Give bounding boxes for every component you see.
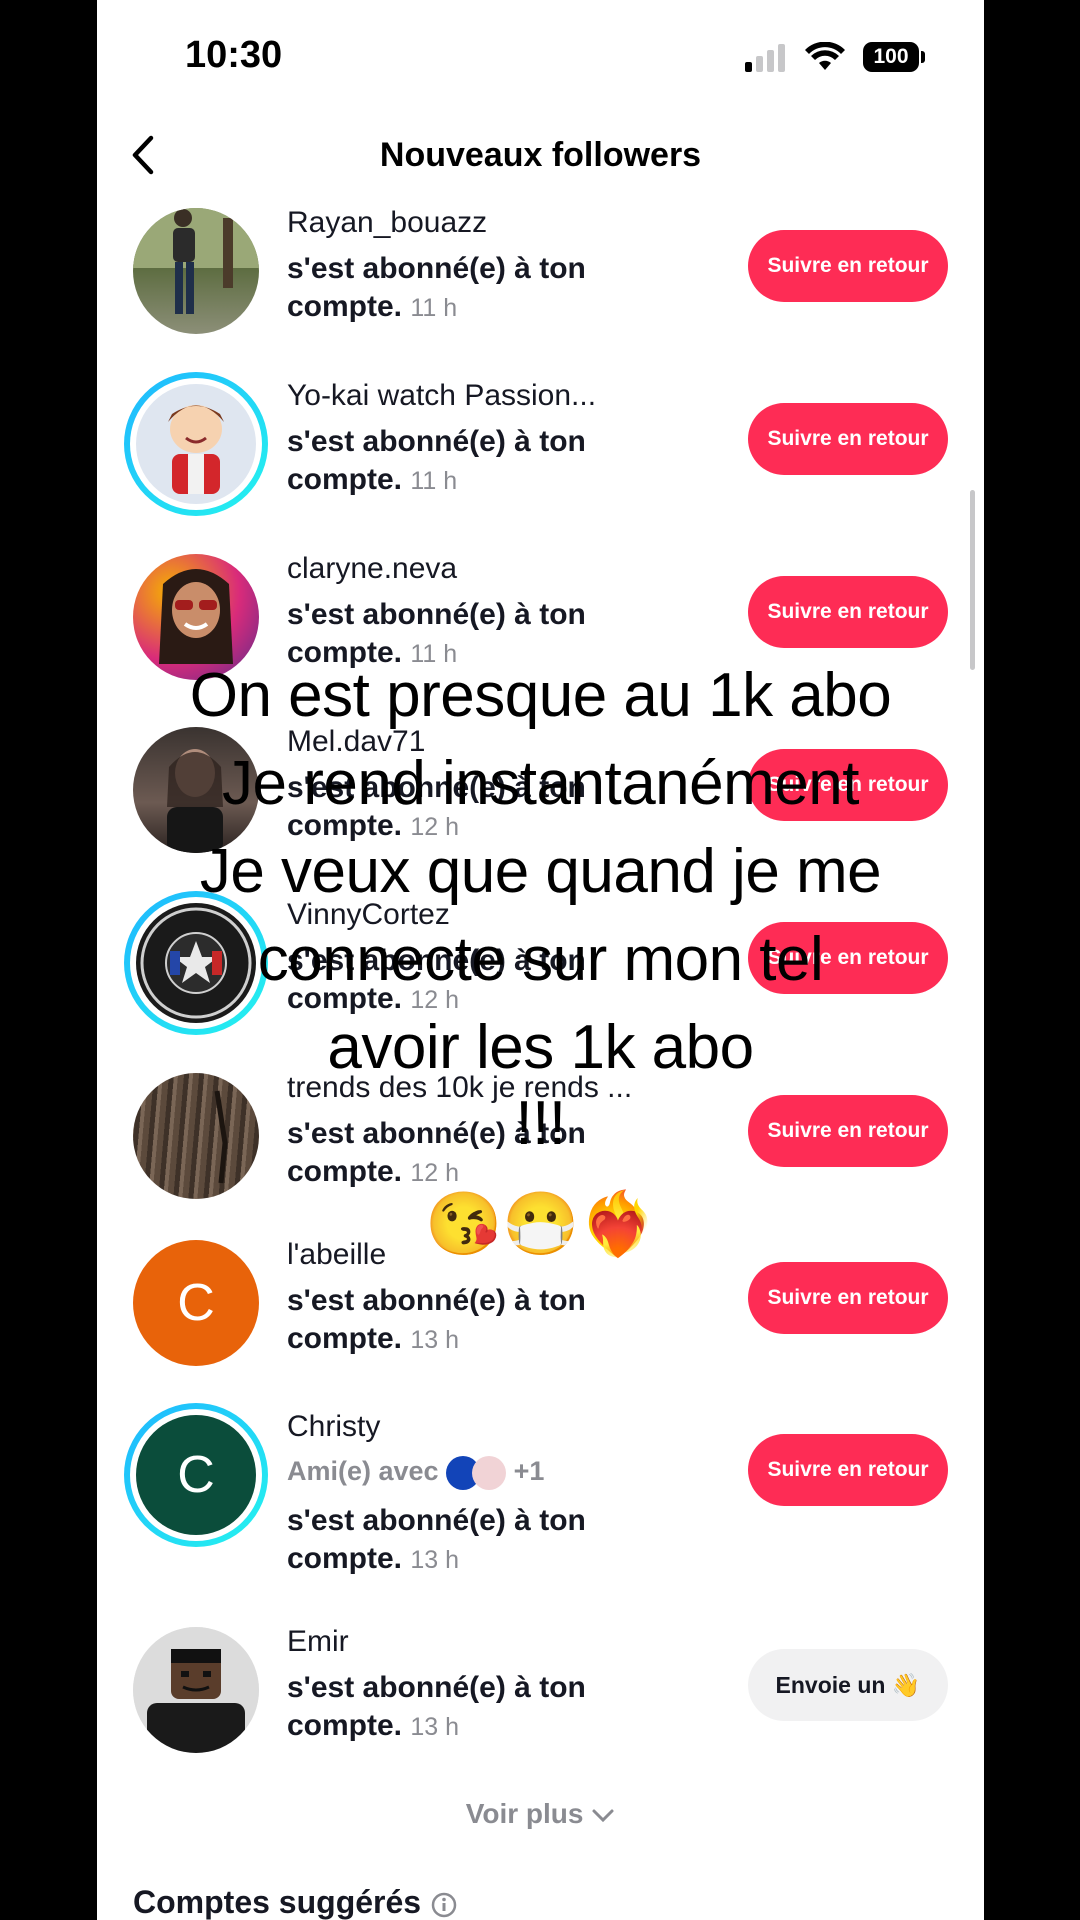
follow-text-2: compte. 11 h [287, 463, 458, 496]
follow-back-button[interactable]: Suivre en retour [748, 1434, 948, 1506]
follow-back-button[interactable]: Suivre en retour [748, 1095, 948, 1167]
woman-portrait-icon [159, 569, 233, 664]
suggested-accounts-heading: Comptes suggérés [133, 1884, 458, 1920]
avatar [136, 903, 256, 1023]
follow-text-2: compte. 12 h [287, 1155, 460, 1188]
username[interactable]: l'abeille [287, 1238, 386, 1272]
username[interactable]: trends des 10k je rends ... [287, 1071, 632, 1105]
time-ago: 12 h [410, 1159, 460, 1187]
send-wave-button[interactable]: Envoie un 👋 [748, 1649, 948, 1721]
emblem-logo-icon [140, 907, 252, 1019]
follow-text-2: compte. 13 h [287, 1542, 460, 1575]
time-ago: 11 h [410, 294, 458, 322]
follow-text-2: compte. 12 h [287, 982, 460, 1015]
avatar[interactable] [133, 727, 259, 853]
follow-back-button[interactable]: Suivre en retour [748, 576, 948, 648]
mask-emoji-icon: 😷 [502, 1190, 580, 1259]
follow-back-button[interactable]: Suivre en retour [748, 922, 948, 994]
heart-on-fire-emoji-icon: ❤️‍🔥 [579, 1190, 657, 1259]
avatar[interactable]: C [133, 1240, 259, 1366]
list-item[interactable]: Mel.dav71 s'est abonné(e) à ton compte. … [97, 725, 984, 899]
follow-text: s'est abonné(e) à ton [287, 771, 586, 804]
follow-text: s'est abonné(e) à ton [287, 944, 586, 977]
follow-text-2: compte. 11 h [287, 636, 458, 669]
status-time: 10:30 [185, 34, 283, 76]
avatar-story-ring[interactable]: C [124, 1403, 268, 1547]
list-item[interactable]: Rayan_bouazz s'est abonné(e) à ton compt… [97, 206, 984, 380]
cartoon-boy-icon [168, 405, 224, 494]
follow-text: s'est abonné(e) à ton [287, 1284, 586, 1317]
follow-back-button[interactable]: Suivre en retour [748, 230, 948, 302]
avatar[interactable] [133, 1627, 259, 1753]
follow-text: s'est abonné(e) à ton [287, 252, 586, 285]
wifi-icon [805, 42, 845, 70]
battery-cap [921, 51, 925, 63]
see-more-link[interactable]: Voir plus [97, 1798, 984, 1830]
username[interactable]: Christy [287, 1410, 380, 1444]
time-ago: 11 h [410, 467, 458, 495]
page-title: Nouveaux followers [379, 136, 702, 174]
avatar-story-ring[interactable] [124, 372, 268, 516]
avatar[interactable] [133, 554, 259, 680]
see-more-label: Voir plus [465, 1798, 584, 1829]
time-ago: 12 h [410, 986, 460, 1014]
time-ago: 13 h [410, 1713, 460, 1741]
avatar: C [136, 1415, 256, 1535]
username[interactable]: Rayan_bouazz [287, 206, 487, 240]
follow-back-button[interactable]: Suivre en retour [748, 1262, 948, 1334]
person-selfie-icon [167, 749, 223, 853]
phone-screen: 10:30 100 Nouveaux followers Rayan_bouaz… [97, 0, 984, 1920]
kiss-emoji-icon: 😘 [425, 1190, 503, 1259]
mutual-friends-label: Ami(e) avec [287, 1456, 439, 1487]
avatar-initial: C [177, 1446, 215, 1504]
follow-text-2: compte. 13 h [287, 1709, 460, 1742]
avatar-story-ring[interactable] [124, 891, 268, 1035]
bark-texture-icon [214, 1090, 228, 1184]
chevron-down-icon [592, 1809, 614, 1822]
follow-text: s'est abonné(e) à ton [287, 425, 586, 458]
avatar-initial: C [177, 1274, 215, 1332]
list-item[interactable]: C l'abeille s'est abonné(e) à ton compte… [97, 1238, 984, 1412]
username[interactable]: Mel.dav71 [287, 725, 425, 759]
avatar [136, 384, 256, 504]
avatar[interactable] [133, 1073, 259, 1199]
list-item[interactable]: C Christy Ami(e) avec +1 s'est abonné(e)… [97, 1403, 984, 1612]
follow-text-2: compte. 11 h [287, 290, 458, 323]
time-ago: 12 h [410, 813, 460, 841]
list-item[interactable]: Emir s'est abonné(e) à ton compte. 13 h … [97, 1625, 984, 1799]
status-bar: 10:30 100 [97, 0, 984, 115]
follow-text-2: compte. 12 h [287, 809, 460, 842]
username[interactable]: Yo-kai watch Passion... [287, 379, 596, 413]
suggested-label: Comptes suggérés [133, 1884, 422, 1920]
list-item[interactable]: claryne.neva s'est abonné(e) à ton compt… [97, 552, 984, 726]
time-ago: 11 h [410, 640, 458, 668]
mutual-friends: Ami(e) avec +1 [287, 1456, 544, 1490]
cellular-signal-icon [745, 44, 785, 72]
mutual-friends-more: +1 [513, 1456, 545, 1487]
username[interactable]: VinnyCortez [287, 898, 450, 932]
battery-icon: 100 [863, 42, 919, 72]
follow-text: s'est abonné(e) à ton [287, 1504, 586, 1537]
scrollbar[interactable] [970, 490, 975, 670]
list-item[interactable]: Yo-kai watch Passion... s'est abonné(e) … [97, 372, 984, 553]
username[interactable]: claryne.neva [287, 552, 457, 586]
time-ago: 13 h [410, 1546, 460, 1574]
caption-emojis: 😘😷❤️‍🔥 [425, 1188, 657, 1261]
follow-text-2: compte. 13 h [287, 1322, 460, 1355]
follow-back-button[interactable]: Suivre en retour [748, 403, 948, 475]
info-icon[interactable] [430, 1891, 458, 1919]
header: Nouveaux followers [97, 120, 984, 190]
person-photo-icon [133, 208, 259, 314]
follow-back-button[interactable]: Suivre en retour [748, 749, 948, 821]
follow-text: s'est abonné(e) à ton [287, 1117, 586, 1150]
username[interactable]: Emir [287, 1625, 349, 1659]
follow-text: s'est abonné(e) à ton [287, 1671, 586, 1704]
avatar[interactable] [133, 208, 259, 334]
roblox-avatar-icon [133, 1627, 259, 1753]
friend-avatar [472, 1456, 507, 1490]
time-ago: 13 h [410, 1326, 460, 1354]
list-item[interactable]: VinnyCortez s'est abonné(e) à ton compte… [97, 891, 984, 1072]
follow-text: s'est abonné(e) à ton [287, 598, 586, 631]
